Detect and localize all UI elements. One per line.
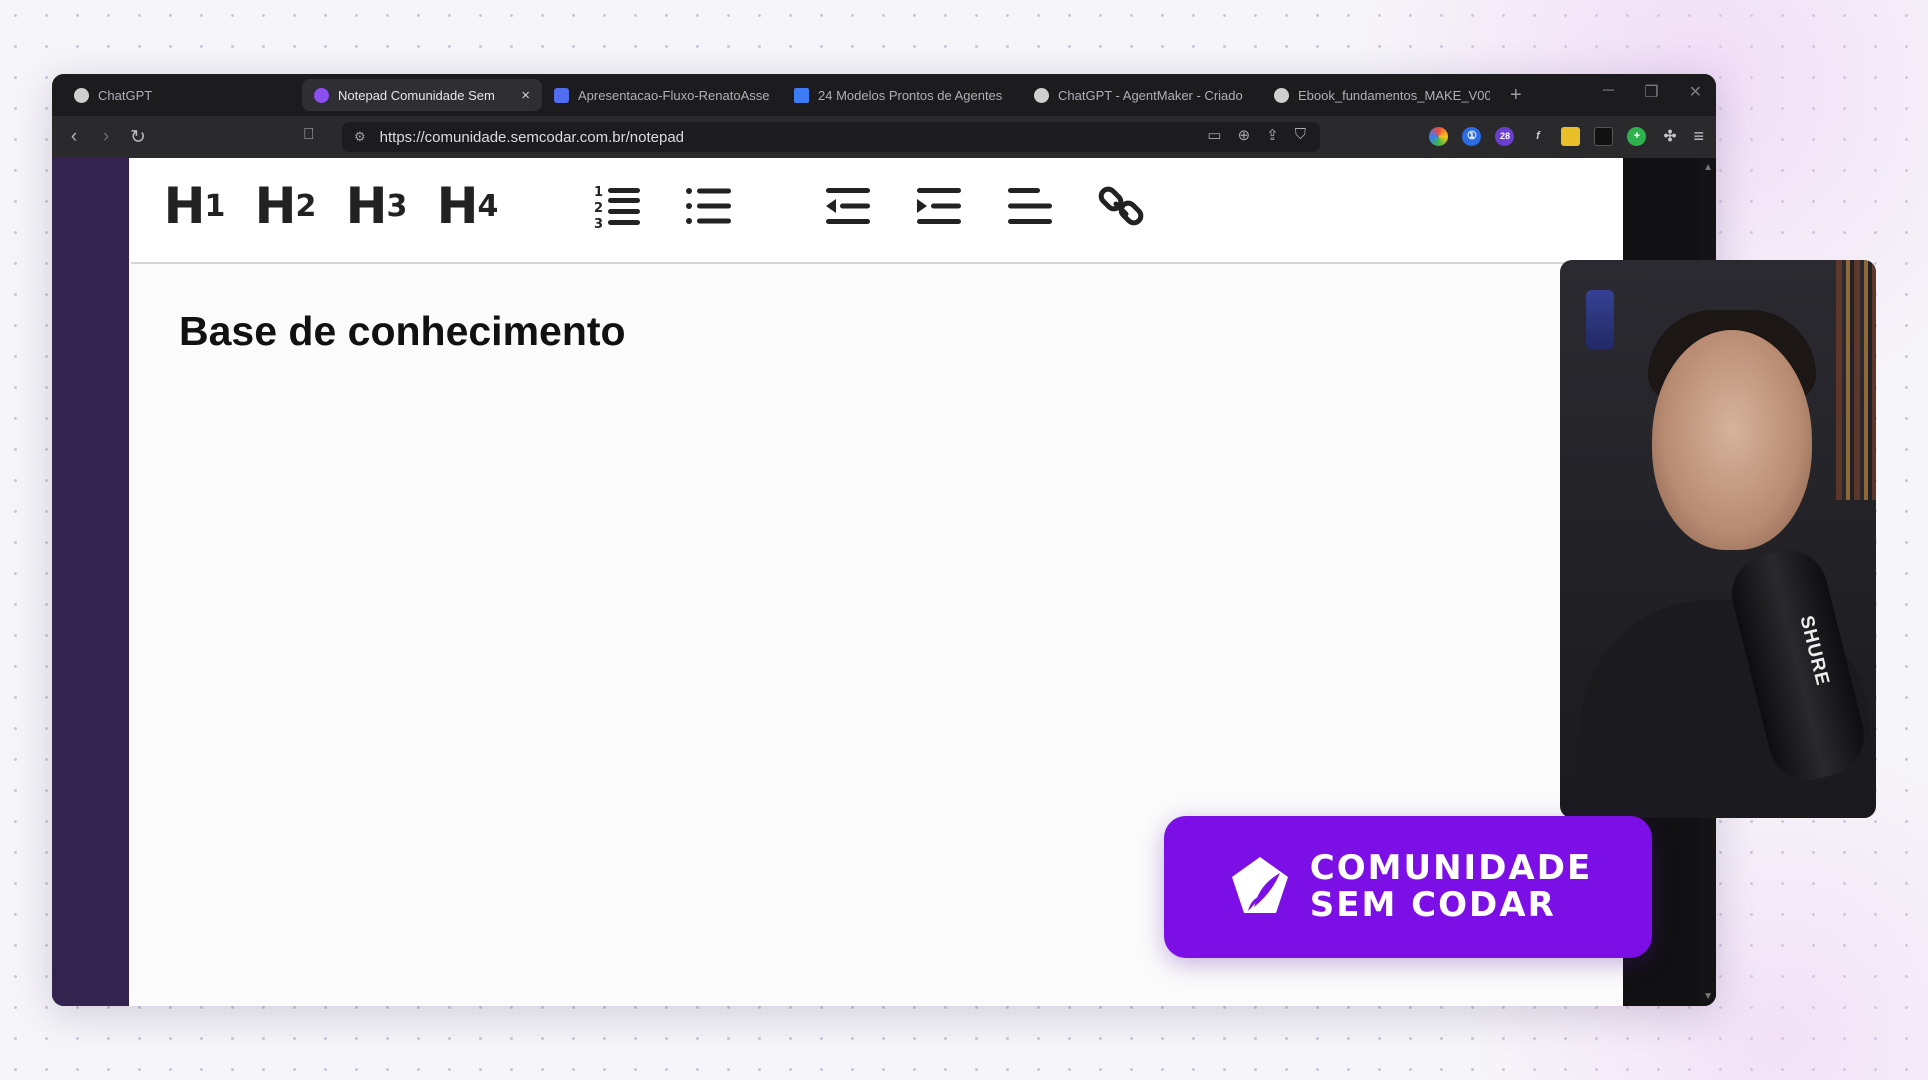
brand-line-1: COMUNIDADE xyxy=(1309,848,1593,888)
tab-apresentacao[interactable]: Apresentacao-Fluxo-RenatoAsse xyxy=(542,79,782,111)
editor-toolbar: H1 H2 H3 H4 1 2 3 xyxy=(131,158,1623,264)
function-extension-icon[interactable]: f xyxy=(1528,127,1547,146)
reload-icon[interactable]: ↻ xyxy=(122,126,154,149)
indent-icon xyxy=(917,188,961,224)
webcam-overlay: SHURE xyxy=(1560,260,1876,818)
password-extension-icon[interactable]: ① xyxy=(1462,127,1482,146)
docs-icon xyxy=(794,87,809,103)
add-extension-icon[interactable]: + xyxy=(1627,127,1647,146)
zoom-icon[interactable]: ⊕ xyxy=(1238,126,1251,144)
heading-letter: H xyxy=(436,177,479,235)
tab-notepad[interactable]: Notepad Comunidade Sem × xyxy=(302,79,542,111)
svg-text:3: 3 xyxy=(594,217,603,230)
heading-3-button[interactable]: H3 xyxy=(345,176,408,236)
brave-shield-icon[interactable]: ⛉ xyxy=(1295,126,1306,144)
bookmark-icon[interactable]: ⎕ xyxy=(304,126,314,144)
tab-modelos[interactable]: 24 Modelos Prontos de Agentes xyxy=(782,79,1022,111)
brand-name: COMUNIDADE SEM CODAR xyxy=(1310,850,1592,924)
browser-toolbar: ‹ › ↻ ⎕ ⚙ https://comunidade.semcodar.co… xyxy=(52,116,1716,158)
extensions-area: ① 28 f + ✣ ≡ xyxy=(1429,126,1704,147)
url-actions: ▭ ⊕ ⇪ ⛉ xyxy=(1207,126,1306,144)
address-bar[interactable]: ⚙ https://comunidade.semcodar.com.br/not… xyxy=(342,122,1320,152)
menu-icon[interactable]: ≡ xyxy=(1693,126,1704,147)
close-window-icon[interactable]: ✕ xyxy=(1689,82,1702,102)
left-sidebar xyxy=(52,158,129,1006)
tab-title: Apresentacao-Fluxo-RenatoAsse xyxy=(578,87,770,103)
heading-letter: H xyxy=(254,177,297,235)
svg-text:2: 2 xyxy=(594,201,603,216)
ordered-list-icon: 1 2 3 xyxy=(594,185,640,230)
tab-title: Ebook_fundamentos_MAKE_V00 xyxy=(1298,87,1490,103)
rocket-logo-icon xyxy=(1231,857,1288,913)
tab-title: ChatGPT - AgentMaker - Criado xyxy=(1058,87,1243,103)
share-icon[interactable]: ⇪ xyxy=(1266,126,1279,144)
tab-title: ChatGPT xyxy=(98,87,153,103)
tab-ebook[interactable]: Ebook_fundamentos_MAKE_V00 xyxy=(1262,79,1502,111)
bookshelf xyxy=(1836,260,1876,500)
heading-level: 4 xyxy=(477,188,499,224)
bullet-list-button[interactable] xyxy=(684,176,734,236)
tab-chatgpt[interactable]: ChatGPT xyxy=(62,79,302,111)
svg-text:1: 1 xyxy=(594,185,603,200)
tab-title: Notepad Comunidade Sem xyxy=(338,87,495,103)
url-text: https://comunidade.semcodar.com.br/notep… xyxy=(379,128,684,146)
heading-1-button[interactable]: H1 xyxy=(163,176,226,236)
heading-2-button[interactable]: H2 xyxy=(254,176,317,236)
heading-letter: H xyxy=(163,177,206,235)
align-left-icon xyxy=(1008,188,1052,224)
new-tab-button[interactable]: + xyxy=(1510,84,1522,107)
heading-level: 3 xyxy=(386,188,408,224)
dark-extension-icon[interactable] xyxy=(1594,127,1614,146)
tab-bar: ChatGPT Notepad Comunidade Sem × Apresen… xyxy=(52,74,1716,116)
back-icon[interactable]: ‹ xyxy=(58,126,90,148)
restore-icon[interactable]: ❐ xyxy=(1644,82,1658,102)
badge-extension-icon[interactable]: 28 xyxy=(1495,127,1515,146)
ordered-list-button[interactable]: 1 2 3 xyxy=(593,176,643,236)
bullet-list-icon xyxy=(686,188,731,224)
window-controls: ─ ❐ ✕ xyxy=(1603,82,1702,102)
puzzle-icon[interactable]: ✣ xyxy=(1660,127,1679,146)
scroll-down-icon[interactable]: ▼ xyxy=(1703,991,1713,1002)
background-lamp xyxy=(1586,290,1614,350)
cast-icon[interactable]: ▭ xyxy=(1207,126,1221,144)
document-title[interactable]: Base de conhecimento xyxy=(179,308,626,355)
presenter-face xyxy=(1652,330,1812,550)
minimize-icon[interactable]: ─ xyxy=(1603,82,1614,102)
link-button[interactable] xyxy=(1096,176,1146,236)
outdent-icon xyxy=(826,188,870,224)
site-settings-icon[interactable]: ⚙ xyxy=(354,129,366,145)
indent-button[interactable] xyxy=(914,176,964,236)
color-extension-icon[interactable] xyxy=(1429,127,1449,146)
yellow-extension-icon[interactable] xyxy=(1561,127,1581,146)
scroll-up-icon[interactable]: ▲ xyxy=(1703,162,1713,173)
brand-badge: COMUNIDADE SEM CODAR xyxy=(1164,816,1652,958)
heading-letter: H xyxy=(345,177,388,235)
heading-level: 2 xyxy=(295,188,317,224)
outdent-button[interactable] xyxy=(823,176,873,236)
align-left-button[interactable] xyxy=(1005,176,1055,236)
openai-icon xyxy=(74,87,89,103)
brand-line-2: SEM CODAR xyxy=(1309,885,1556,925)
shield-favicon-icon xyxy=(554,87,569,103)
link-icon xyxy=(1098,186,1144,226)
tab-agentmaker[interactable]: ChatGPT - AgentMaker - Criado xyxy=(1022,79,1262,111)
notepad-favicon-icon xyxy=(314,87,329,103)
heading-level: 1 xyxy=(204,188,226,224)
close-icon[interactable]: × xyxy=(521,87,530,104)
globe-icon xyxy=(1274,87,1289,103)
forward-icon[interactable]: › xyxy=(90,126,122,148)
heading-4-button[interactable]: H4 xyxy=(436,176,499,236)
tab-title: 24 Modelos Prontos de Agentes xyxy=(818,87,1003,103)
openai-icon xyxy=(1034,87,1049,103)
